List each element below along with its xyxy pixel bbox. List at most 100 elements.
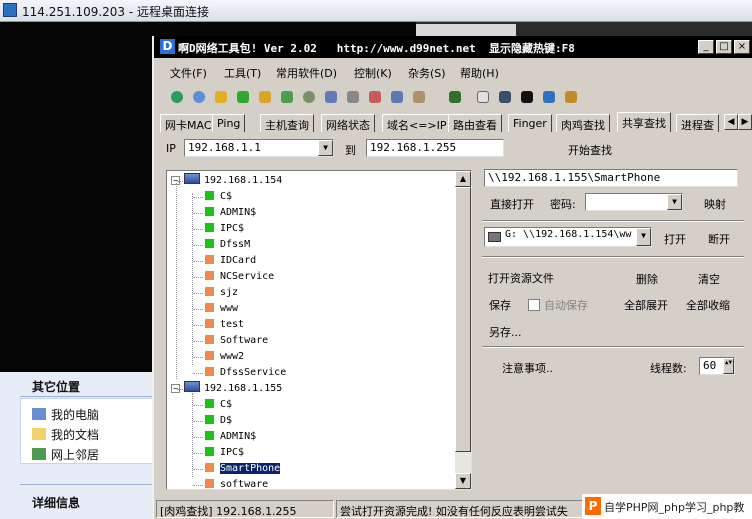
net-tool-window: D 啊D网络工具包! Ver 2.02 http://www.d99net.ne… — [152, 36, 752, 519]
start-search-button[interactable]: 开始查找 — [568, 142, 612, 158]
tree-share-node[interactable]: IPC$ — [205, 221, 244, 236]
chevron-down-icon[interactable]: ▼ — [636, 228, 651, 246]
tab-share-find[interactable]: 共享查找 — [617, 112, 671, 132]
computer-icon — [32, 408, 46, 420]
tree-share-node[interactable]: C$ — [205, 189, 232, 204]
tree-share-node[interactable]: software — [205, 477, 268, 489]
threads-spinner[interactable]: 60 ▲▼ — [699, 357, 735, 375]
save-button[interactable]: 保存 — [489, 297, 511, 313]
auto-save-checkbox[interactable]: 自动保存 — [528, 297, 588, 313]
tree-scrollbar[interactable]: ▲ ▼ — [455, 171, 471, 489]
disconnect-button[interactable]: 断开 — [708, 231, 730, 247]
save-as-button[interactable]: 另存... — [489, 324, 522, 340]
open-resource-file-button[interactable]: 打开资源文件 — [488, 270, 554, 286]
menu-misc[interactable]: 杂务(S) — [408, 65, 446, 81]
key-icon[interactable] — [256, 88, 274, 106]
network-icon[interactable] — [322, 88, 340, 106]
menu-common-software[interactable]: 常用软件(D) — [276, 65, 337, 81]
tree-share-node[interactable]: DfssService — [205, 365, 286, 380]
map-button[interactable]: 映射 — [704, 196, 726, 212]
check-icon[interactable] — [234, 88, 252, 106]
ip-from-combo[interactable]: 192.168.1.1 ▼ — [184, 139, 334, 157]
tab-broiler-find[interactable]: 肉鸡查找 — [556, 114, 610, 132]
tab-process[interactable]: 进程查 — [676, 114, 719, 132]
search-icon[interactable] — [190, 88, 208, 106]
pen-icon[interactable] — [540, 88, 558, 106]
tree-share-node[interactable]: D$ — [205, 413, 232, 428]
share-icon[interactable] — [388, 88, 406, 106]
share-status-icon — [205, 351, 214, 360]
card-icon[interactable] — [410, 88, 428, 106]
tab-mac[interactable]: 网卡MAC — [160, 114, 217, 132]
menu-tools[interactable]: 工具(T) — [224, 65, 261, 81]
tree-host-node[interactable]: −192.168.1.154 — [171, 173, 282, 188]
tools-icon[interactable] — [212, 88, 230, 106]
tree-share-node[interactable]: www2 — [205, 349, 244, 364]
maximize-button[interactable]: □ — [716, 40, 732, 54]
my-documents-link[interactable]: 我的文档 — [32, 426, 99, 443]
terminal-icon[interactable] — [518, 88, 536, 106]
menu-help[interactable]: 帮助(H) — [460, 65, 499, 81]
delete-button[interactable]: 删除 — [636, 271, 658, 287]
tab-net-status[interactable]: 网络状态 — [321, 114, 375, 132]
details-title: 详细信息 — [32, 496, 81, 510]
tree-share-node[interactable]: DfssM — [205, 237, 250, 252]
expand-all-button[interactable]: 全部展开 — [624, 297, 668, 313]
tree-host-node[interactable]: −192.168.1.155 — [171, 381, 282, 396]
scroll-up-icon[interactable]: ▲ — [455, 171, 471, 187]
tab-host-query[interactable]: 主机查询 — [260, 114, 314, 132]
drive-combo[interactable]: G: \\192.168.1.154\ww ▼ — [484, 227, 652, 247]
tab-ping[interactable]: Ping — [212, 114, 246, 132]
tree-share-node[interactable]: Software — [205, 333, 268, 348]
scan-icon[interactable] — [344, 88, 362, 106]
spinner-arrows-icon[interactable]: ▲▼ — [723, 358, 734, 374]
tree-share-node[interactable]: sjz — [205, 285, 238, 300]
tree-share-node[interactable]: C$ — [205, 397, 232, 412]
tree-share-node[interactable]: ADMIN$ — [205, 205, 256, 220]
watermark: P 自学PHP网_php学习_php教 — [582, 494, 752, 519]
clear-button[interactable]: 清空 — [698, 271, 720, 287]
menu-file[interactable]: 文件(F) — [170, 65, 207, 81]
nic-icon[interactable] — [446, 88, 464, 106]
chevron-down-icon[interactable]: ▼ — [667, 194, 682, 210]
tree-share-node[interactable]: IPC$ — [205, 445, 244, 460]
tree-share-node[interactable]: ADMIN$ — [205, 429, 256, 444]
network-places-link[interactable]: 网上邻居 — [32, 446, 99, 463]
open-button[interactable]: 打开 — [664, 231, 686, 247]
users-icon[interactable] — [562, 88, 580, 106]
collapse-all-button[interactable]: 全部收缩 — [686, 297, 730, 313]
other-places-title: 其它位置 — [32, 380, 81, 394]
share-status-icon — [205, 463, 214, 472]
refresh-icon[interactable] — [168, 88, 186, 106]
direct-open-button[interactable]: 直接打开 — [490, 196, 534, 212]
tree-share-node[interactable]: NCService — [205, 269, 274, 284]
tab-scroll-left-icon[interactable]: ◀ — [724, 114, 738, 130]
notes-button[interactable]: 注意事项.. — [502, 360, 553, 376]
info-icon[interactable] — [474, 88, 492, 106]
computer-icon[interactable] — [496, 88, 514, 106]
share-path-input[interactable]: \\192.168.1.155\SmartPhone — [484, 169, 738, 187]
share-tree[interactable]: −192.168.1.154 C$ ADMIN$ IPC$ DfssM IDCard NCS… — [166, 170, 472, 490]
network-icon — [32, 448, 46, 460]
monitor-icon[interactable] — [278, 88, 296, 106]
checkbox-icon — [528, 299, 540, 311]
minimize-button[interactable]: _ — [698, 40, 714, 54]
user-search-icon[interactable] — [366, 88, 384, 106]
ip-to-input[interactable]: 192.168.1.255 — [366, 139, 504, 157]
tree-share-node[interactable]: IDCard — [205, 253, 256, 268]
tree-share-node[interactable]: SmartPhone — [205, 461, 282, 476]
tab-finger[interactable]: Finger — [508, 114, 552, 132]
my-computer-link[interactable]: 我的电脑 — [32, 406, 99, 423]
scroll-down-icon[interactable]: ▼ — [455, 473, 471, 489]
tab-scroll-right-icon[interactable]: ▶ — [738, 114, 752, 130]
tab-dns-ip[interactable]: 域名<=>IP — [382, 114, 452, 132]
chevron-down-icon[interactable]: ▼ — [318, 140, 333, 156]
tree-share-node[interactable]: www — [205, 301, 238, 316]
tab-route[interactable]: 路由查看 — [448, 114, 502, 132]
tree-share-node[interactable]: test — [205, 317, 244, 332]
menu-control[interactable]: 控制(K) — [354, 65, 392, 81]
scroll-thumb[interactable] — [455, 187, 471, 452]
close-button[interactable]: × — [734, 40, 750, 54]
password-combo[interactable]: ▼ — [585, 193, 683, 211]
globe-icon[interactable] — [300, 88, 318, 106]
